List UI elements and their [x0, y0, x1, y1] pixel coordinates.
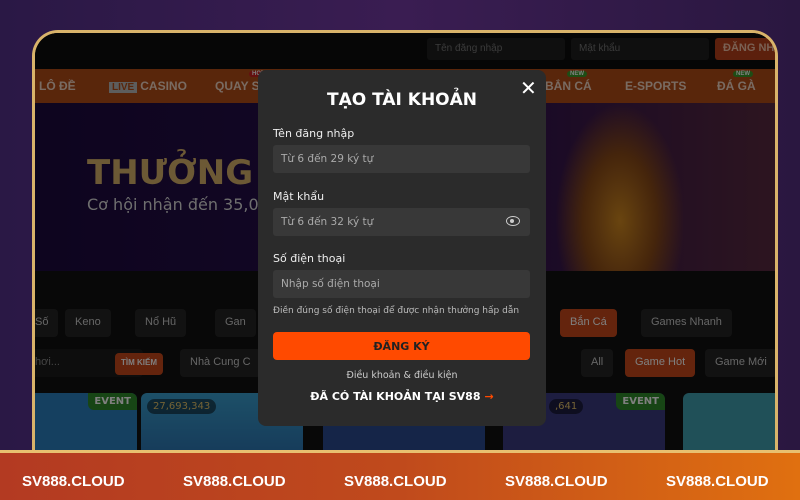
close-icon[interactable]: ✕ — [520, 76, 537, 100]
terms-link[interactable]: Điều khoản & điều kiện — [258, 370, 546, 381]
phone-label: Số điện thoại — [273, 252, 346, 265]
password-input[interactable]: Từ 6 đến 32 ký tự — [273, 208, 530, 236]
register-button[interactable]: ĐĂNG KÝ — [273, 332, 530, 360]
register-modal: TẠO TÀI KHOẢN ✕ Tên đăng nhập Từ 6 đến 2… — [258, 70, 546, 426]
watermark-text: SV888.CLOUD — [666, 473, 769, 490]
watermark-strip: SV888.CLOUD SV888.CLOUD SV888.CLOUD SV88… — [0, 450, 800, 500]
watermark-text: SV888.CLOUD — [22, 473, 125, 490]
watermark-text: SV888.CLOUD — [183, 473, 286, 490]
modal-title: TẠO TÀI KHOẢN — [326, 90, 478, 110]
login-link[interactable]: ĐÃ CÓ TÀI KHOẢN TẠI SV88 → — [258, 390, 546, 403]
phone-hint: Điền đúng số điện thoại để được nhận thư… — [273, 306, 520, 316]
password-label: Mật khẩu — [273, 190, 325, 203]
password-placeholder: Từ 6 đến 32 ký tự — [281, 216, 374, 228]
arrow-right-icon: → — [484, 390, 494, 403]
phone-input[interactable]: Nhập số điện thoại — [273, 270, 530, 298]
watermark-text: SV888.CLOUD — [505, 473, 608, 490]
username-label: Tên đăng nhập — [273, 127, 355, 140]
login-link-text: ĐÃ CÓ TÀI KHOẢN TẠI SV88 — [310, 390, 481, 403]
eye-icon[interactable] — [506, 216, 520, 226]
watermark-text: SV888.CLOUD — [344, 473, 447, 490]
username-input[interactable]: Từ 6 đến 29 ký tự — [273, 145, 530, 173]
